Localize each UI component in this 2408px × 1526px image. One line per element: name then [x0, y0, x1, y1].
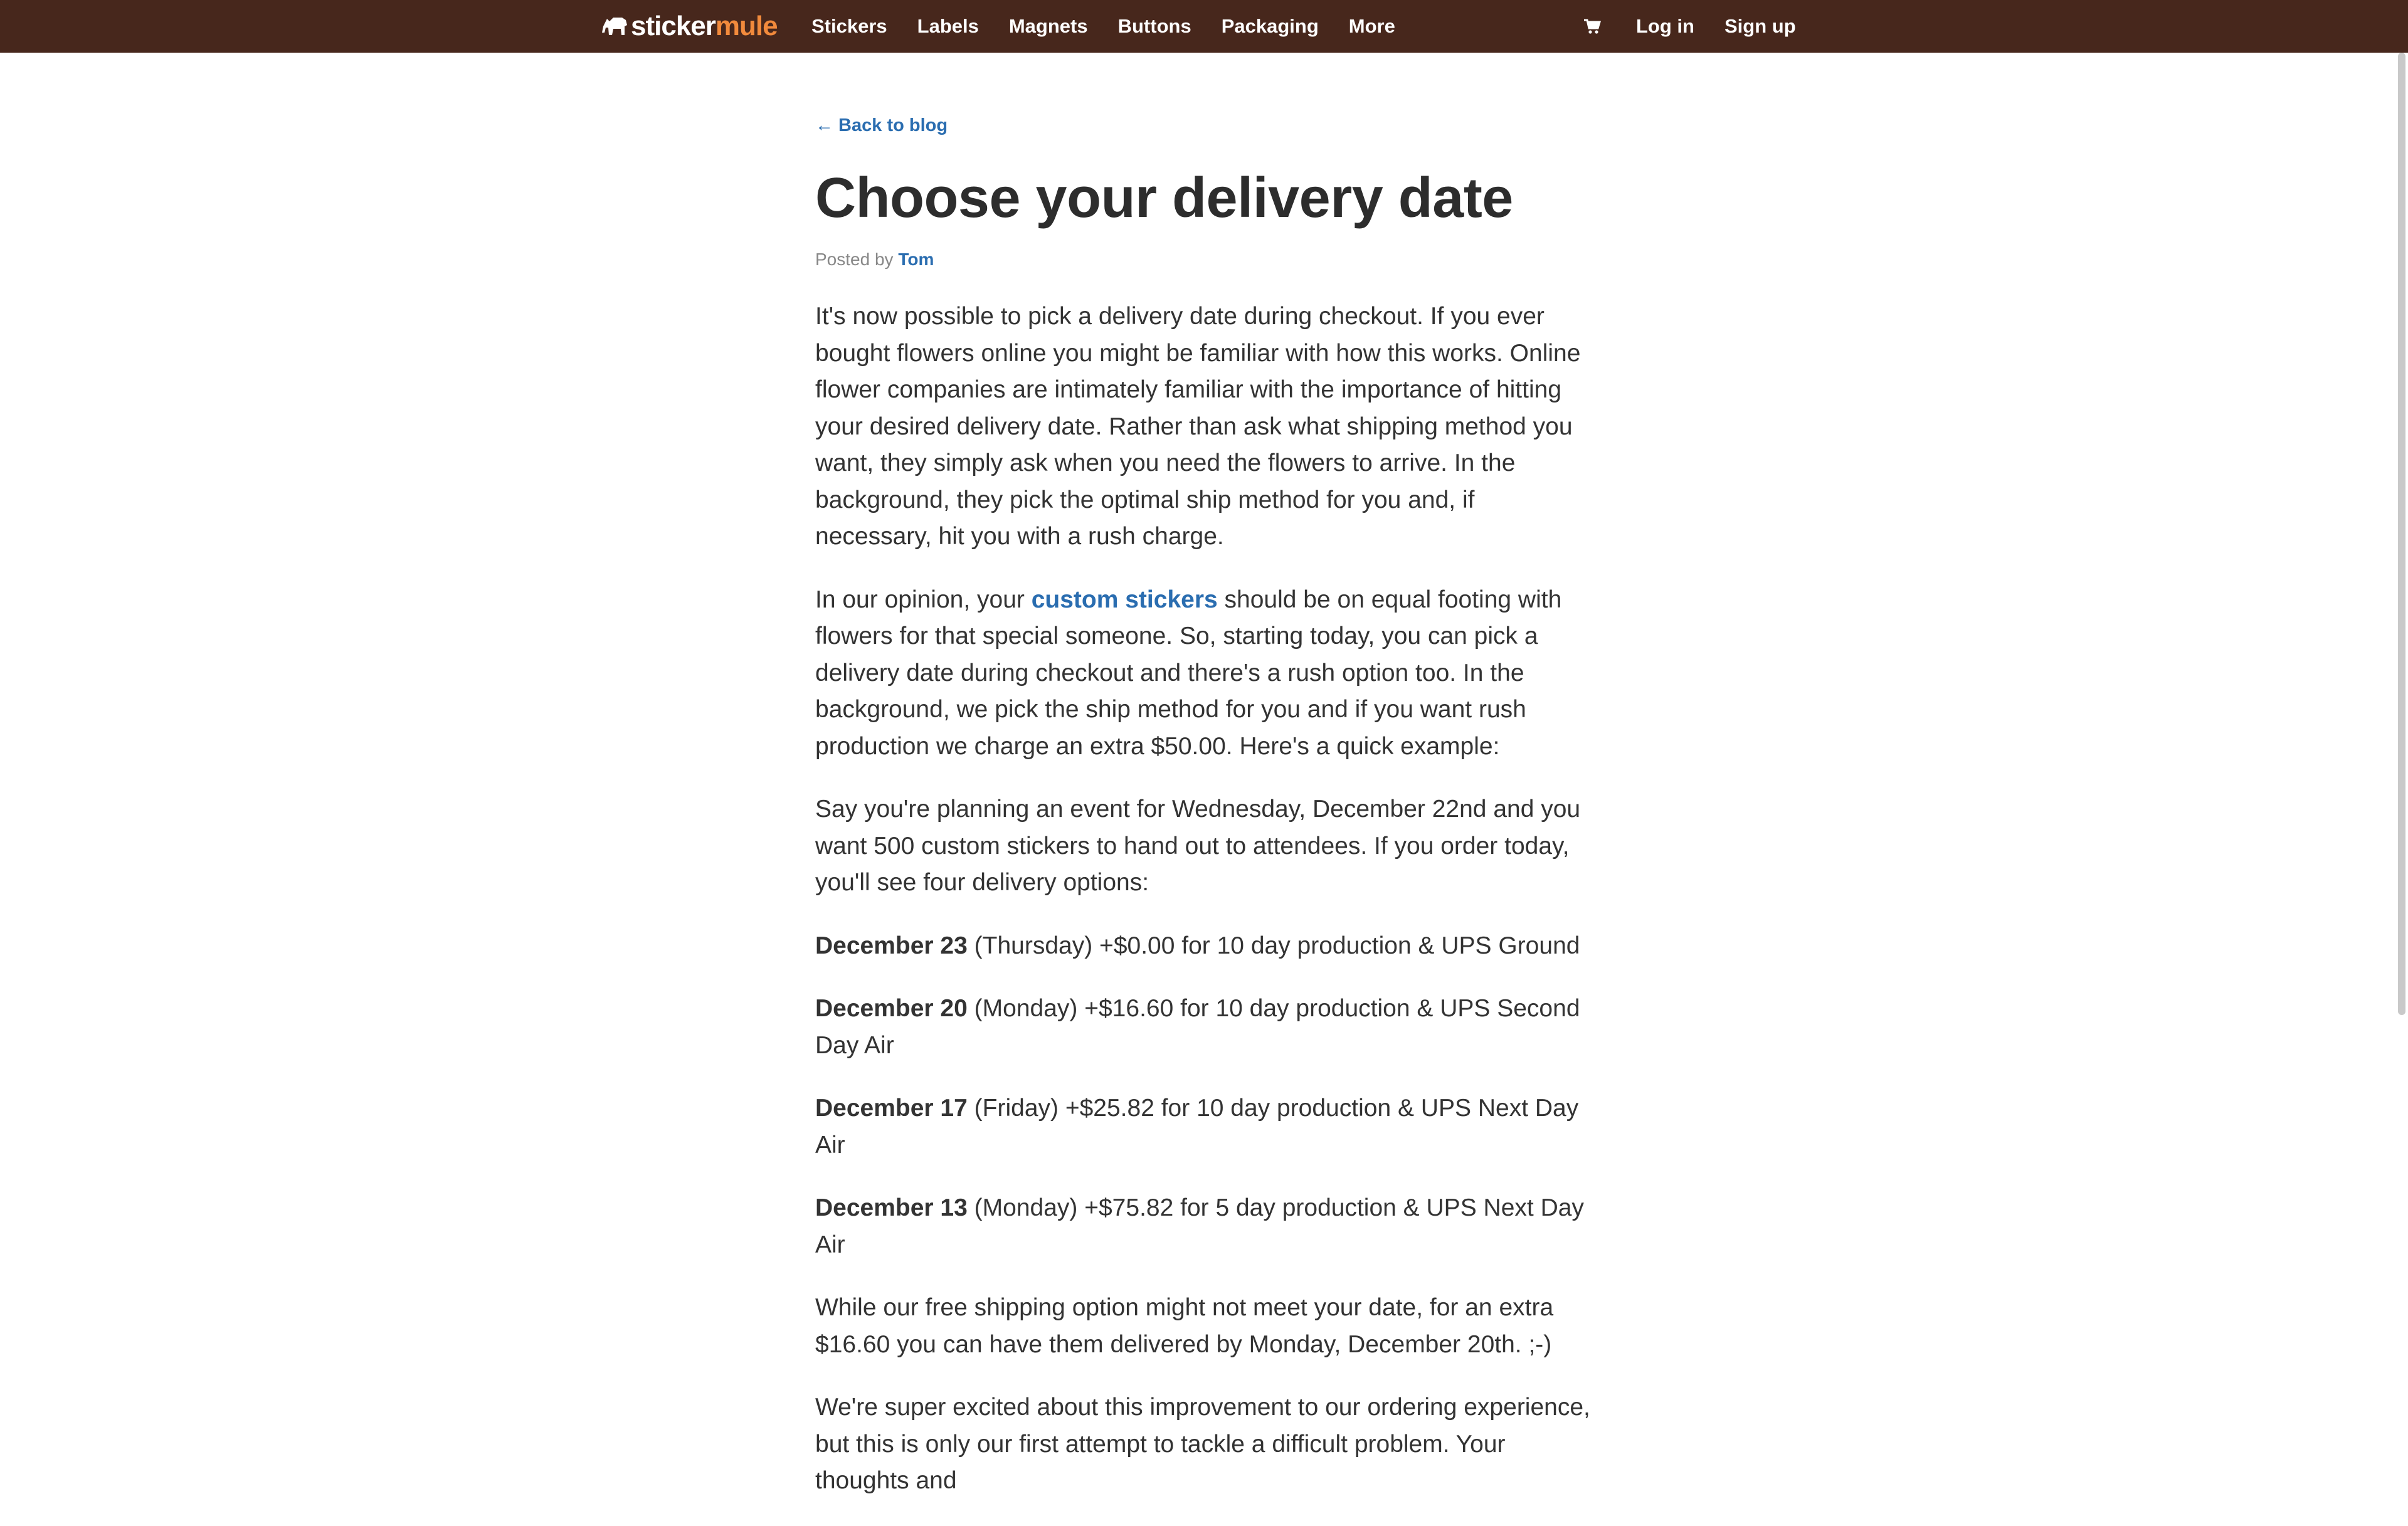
- delivery-option-date: December 13: [815, 1194, 968, 1221]
- delivery-option: December 20 (Monday) +$16.60 for 10 day …: [815, 991, 1593, 1064]
- delivery-option: December 23 (Thursday) +$0.00 for 10 day…: [815, 928, 1593, 965]
- nav-item-more[interactable]: More: [1349, 15, 1395, 38]
- cart-button[interactable]: [1583, 18, 1601, 34]
- scrollbar-thumb[interactable]: [2398, 53, 2405, 1015]
- delivery-option-date: December 20: [815, 995, 968, 1022]
- cart-icon: [1584, 19, 1601, 34]
- back-to-blog-link[interactable]: ← Back to blog: [815, 113, 1593, 138]
- article-title: Choose your delivery date: [815, 167, 1513, 229]
- delivery-option-date: December 17: [815, 1095, 968, 1122]
- posted-by-label: Posted by: [815, 250, 894, 269]
- nav-item-stickers[interactable]: Stickers: [811, 15, 887, 38]
- signup-link[interactable]: Sign up: [1724, 15, 1796, 38]
- custom-stickers-link[interactable]: custom stickers: [1032, 586, 1218, 613]
- top-navigation-bar: stickermule Stickers Labels Magnets Butt…: [0, 0, 2408, 53]
- blog-article: ← Back to blog Choose your delivery date…: [815, 113, 1593, 1526]
- logo-wordmark-sticker: sticker: [631, 11, 716, 41]
- paragraph-example: Say you're planning an event for Wednesd…: [815, 796, 1581, 896]
- paragraph-opinion-start: In our opinion, your: [815, 586, 1032, 613]
- paragraph-closing: We're super excited about this improveme…: [815, 1394, 1590, 1494]
- nav-item-buttons[interactable]: Buttons: [1118, 15, 1191, 38]
- delivery-option: December 17 (Friday) +$25.82 for 10 day …: [815, 1090, 1593, 1164]
- delivery-option-date: December 23: [815, 932, 968, 959]
- delivery-option: December 13 (Monday) +$75.82 for 5 day p…: [815, 1190, 1593, 1263]
- logo-wordmark-mule: mule: [715, 11, 778, 41]
- paragraph-intro: It's now possible to pick a delivery dat…: [815, 303, 1581, 550]
- account-nav: Log in Sign up: [1583, 0, 1796, 53]
- delivery-option-detail: (Thursday) +$0.00 for 10 day production …: [967, 932, 1580, 959]
- byline: Posted by Tom: [815, 248, 1593, 271]
- nav-item-labels[interactable]: Labels: [917, 15, 979, 38]
- stickermule-logo[interactable]: stickermule: [601, 9, 778, 44]
- paragraph-opinion: In our opinion, your custom stickers sho…: [815, 582, 1593, 766]
- article-body: It's now possible to pick a delivery dat…: [815, 298, 1593, 1500]
- login-link[interactable]: Log in: [1636, 15, 1694, 38]
- logo-wordmark: stickermule: [631, 11, 778, 42]
- nav-item-magnets[interactable]: Magnets: [1009, 15, 1088, 38]
- mule-logo-icon: [602, 18, 627, 35]
- paragraph-free-shipping: While our free shipping option might not…: [815, 1294, 1554, 1358]
- author-link[interactable]: Tom: [898, 250, 934, 269]
- main-nav: Stickers Labels Magnets Buttons Packagin…: [811, 0, 1425, 53]
- nav-item-packaging[interactable]: Packaging: [1222, 15, 1319, 38]
